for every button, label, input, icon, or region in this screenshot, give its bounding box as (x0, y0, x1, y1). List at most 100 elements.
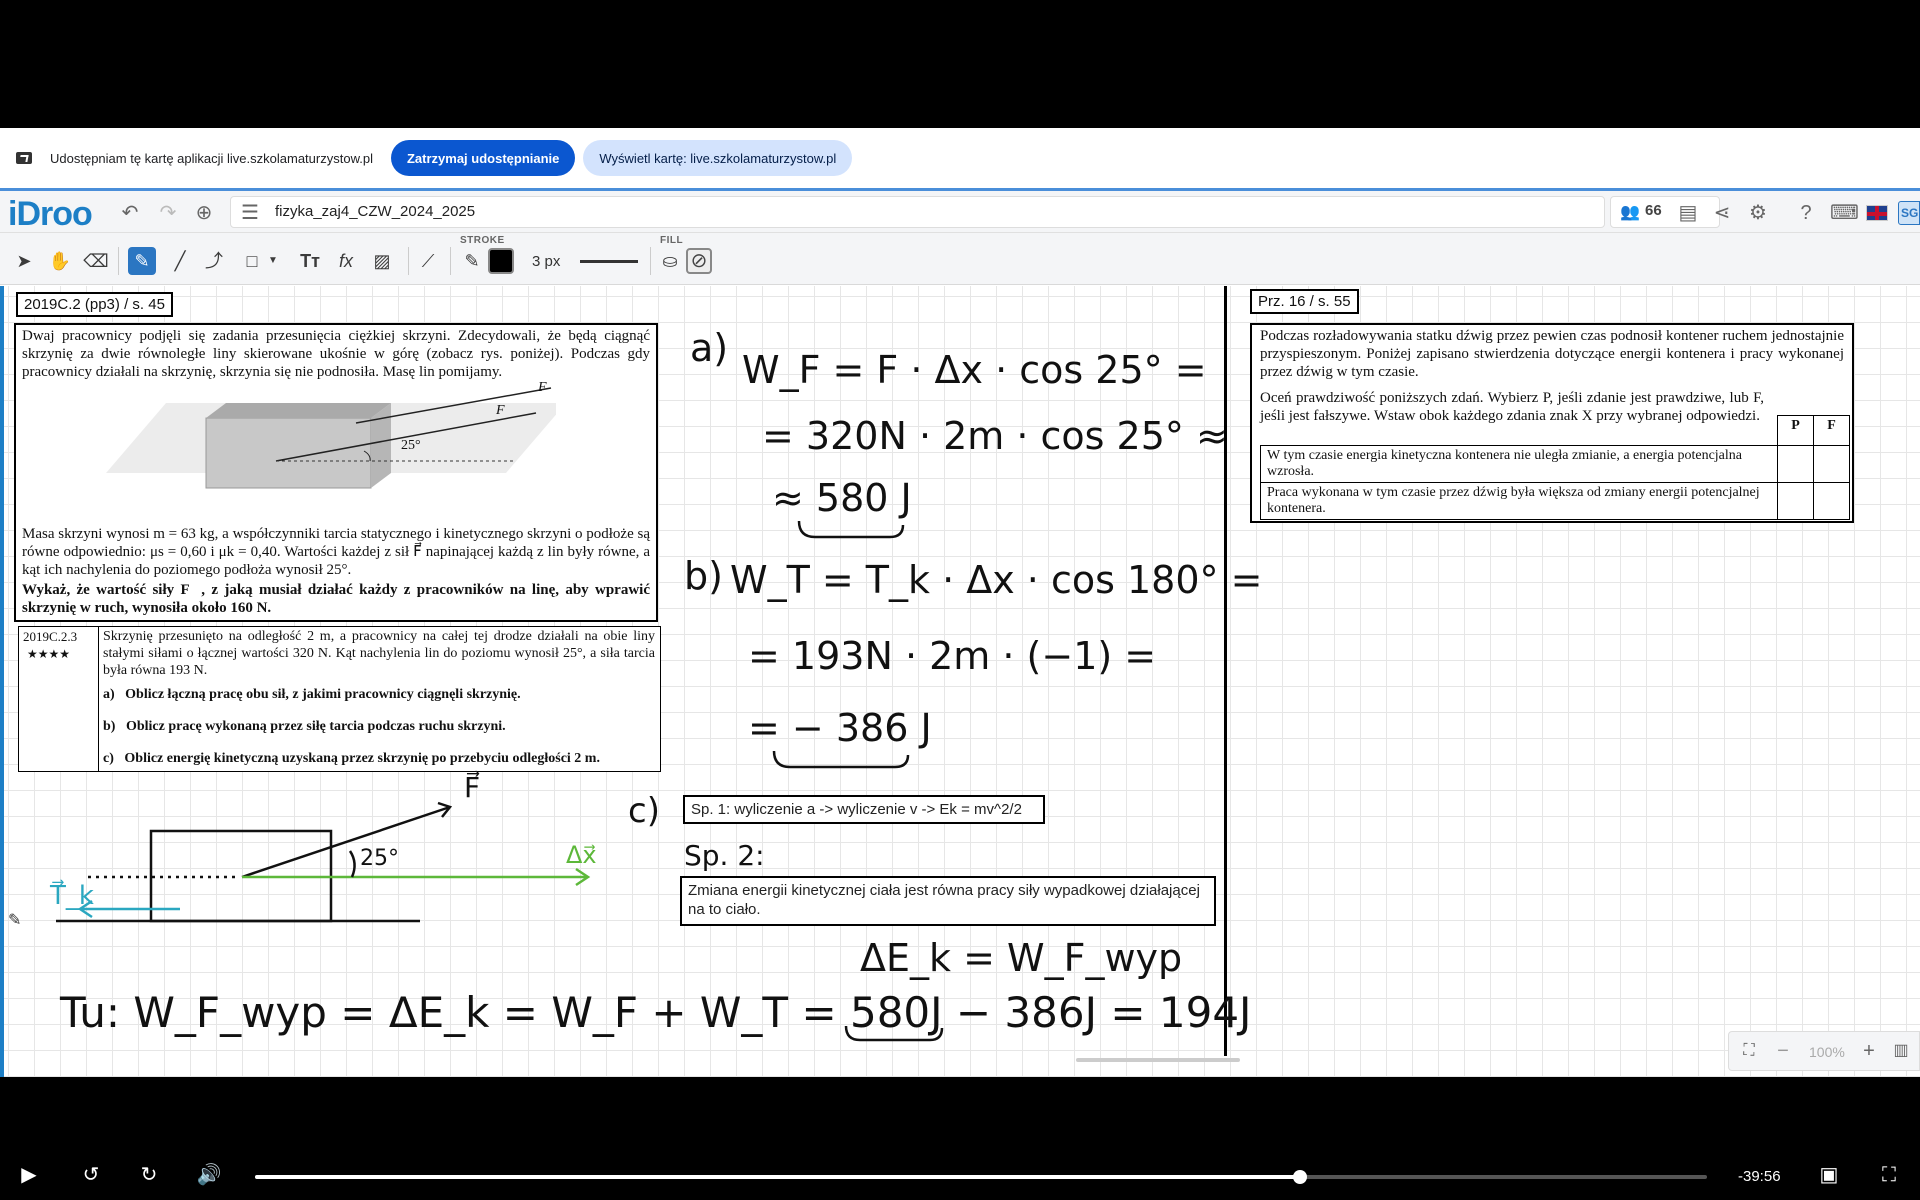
col-f-header: F (1813, 415, 1850, 446)
hw-b-label: b) (684, 554, 723, 598)
answer-table: P F W tym czasie energia kinetyczna kont… (1260, 415, 1850, 520)
answer-f-cell[interactable] (1813, 445, 1850, 483)
table-row: Praca wykonana w tym czasie przez dźwig … (1260, 482, 1850, 520)
map-icon[interactable]: ▥ (1889, 1039, 1913, 1063)
pencil-cursor-icon: ✎ (8, 912, 22, 929)
tool-bar: STROKE FILL ➤ ✋ ⌫ ✎ ╱ ⤴ □ ▼ Tт fx ▨ ⟋ ✎ … (0, 233, 1920, 285)
answer-p-cell[interactable] (1777, 482, 1814, 520)
rewind-icon[interactable]: ↺ (78, 1162, 104, 1188)
forward-icon[interactable]: ↻ (136, 1162, 162, 1188)
fullscreen-player-icon[interactable]: ⛶ (1876, 1162, 1902, 1188)
formula-tool-icon[interactable]: fx (332, 247, 360, 275)
play-icon[interactable]: ▶ (16, 1162, 42, 1188)
view-tab-button[interactable]: Wyświetl kartę: live.szkolamaturzystow.p… (583, 140, 853, 176)
answer-p-cell[interactable] (1777, 445, 1814, 483)
line-tool-icon[interactable]: ╱ (166, 247, 194, 275)
keyboard-icon[interactable]: ⌨ (1830, 201, 1859, 225)
arrow-tool-icon[interactable]: ⤴ (200, 247, 228, 275)
undo-icon[interactable]: ↶ (118, 201, 142, 225)
fill-group-label: FILL (660, 235, 684, 246)
fig-friction-Tk: T⃗_k (50, 881, 94, 911)
canvas-left-edge (0, 286, 4, 1077)
stroke-pen-icon[interactable]: ✎ (458, 247, 486, 275)
fig-angle-label: 25° (401, 438, 421, 453)
toolbar-divider (650, 247, 651, 275)
share-icon[interactable]: ⋖ (1710, 201, 1734, 225)
subtask-letter: a) (103, 687, 115, 702)
hw-dek-equation: ΔE_k = W_F_wyp (860, 936, 1183, 980)
fig-angle-25: 25° (360, 846, 399, 871)
pen-tool-icon[interactable]: ✎ (128, 247, 156, 275)
fill-bucket-icon[interactable]: ⛀ (656, 247, 684, 275)
users-icon[interactable]: 👥 (1618, 201, 1642, 225)
help-icon[interactable]: ? (1794, 201, 1818, 225)
task-document: Dwaj pracownicy podjęli się zadania prze… (14, 323, 658, 622)
task-label: 2019C.2 (pp3) / s. 45 (16, 292, 173, 317)
hw-sp2: Sp. 2: (684, 839, 765, 872)
select-pointer-icon[interactable]: ➤ (10, 247, 38, 275)
stroke-color-swatch[interactable] (488, 248, 514, 274)
zoom-out-icon[interactable]: − (1771, 1039, 1795, 1063)
picture-in-picture-icon[interactable]: ▣ (1816, 1162, 1842, 1188)
subtask-text: Oblicz pracę wykonaną przez siłę tarcia … (125, 719, 506, 734)
subtask-list: a) Oblicz łączną pracę obu sił, z jakimi… (103, 687, 653, 783)
fig-force-label-1: F⃗ (538, 380, 558, 395)
crate-figure (106, 387, 556, 489)
recenter-icon[interactable]: ⊕ (192, 201, 216, 225)
stop-sharing-button[interactable]: Zatrzymaj udostępnianie (390, 140, 576, 176)
redo-icon[interactable]: ↷ (156, 201, 180, 225)
theorem-textbox[interactable]: Zmiana energii kinetycznej ciała jest ró… (680, 876, 1216, 926)
uk-flag-icon[interactable] (1866, 205, 1888, 221)
toolbar-divider (408, 247, 409, 275)
text-tool-icon[interactable]: Tт (296, 247, 324, 275)
user-avatar[interactable]: SG (1898, 201, 1920, 225)
subtask-intro: Skrzynię przesunięto na odległość 2 m, a… (103, 629, 655, 678)
fig-displacement-dx: Δx⃗ (566, 841, 597, 869)
progress-knob[interactable] (1293, 1170, 1307, 1184)
right-task-intro: Podczas rozładowywania statku dźwig prze… (1260, 328, 1844, 380)
menu-icon[interactable]: ☰ (238, 201, 262, 225)
statement-cell: Praca wykonana w tym czasie przez dźwig … (1260, 482, 1778, 520)
table-row: W tym czasie energia kinetyczna kontener… (1260, 445, 1850, 483)
fill-none-icon[interactable]: ⊘ (686, 248, 712, 274)
settings-gear-icon[interactable]: ⚙ (1746, 201, 1770, 225)
subtask-letter: c) (103, 751, 114, 766)
stroke-width-preview[interactable] (580, 260, 638, 263)
method1-textbox[interactable]: Sp. 1: wyliczenie a -> wyliczenie v -> E… (683, 795, 1045, 824)
app-logo: iDroo (8, 195, 93, 233)
subtask-item: c) Oblicz energię kinetyczną uzyskaną pr… (103, 751, 653, 783)
subtask-document: 2019C.2.3 ★★★★ Skrzynię przesunięto na o… (18, 626, 661, 772)
users-count: 66 (1645, 202, 1662, 219)
force-diagram-drawing (56, 801, 591, 923)
zoom-in-icon[interactable]: + (1857, 1039, 1881, 1063)
stroke-width-value[interactable]: 3 px (532, 253, 560, 270)
hw-c-label: c) (628, 791, 660, 831)
answer-f-cell[interactable] (1813, 482, 1850, 520)
top-bar: iDroo ↶ ↷ ⊕ ☰ fizyka_zaj4_CZW_2024_2025 … (0, 191, 1920, 233)
shape-dropdown-icon[interactable]: ▼ (266, 247, 280, 275)
eyedropper-icon[interactable]: ⟋ (414, 247, 442, 275)
volume-icon[interactable]: 🔊 (196, 1162, 222, 1188)
eraser-icon[interactable]: ⌫ (82, 247, 110, 275)
whiteboard-canvas[interactable]: 2019C.2 (pp3) / s. 45 Dwaj pracownicy po… (0, 286, 1920, 1077)
fullscreen-icon[interactable]: ⛶ (1737, 1039, 1761, 1063)
subtask-code: 2019C.2.3 (23, 629, 78, 644)
task-intro: Dwaj pracownicy podjęli się zadania prze… (22, 328, 650, 380)
subtask-text: Oblicz łączną pracę obu sił, z jakimi pr… (125, 687, 521, 702)
subtask-item: b) Oblicz pracę wykonaną przez siłę tarc… (103, 719, 653, 751)
task-question: Wykaż, że wartość siły F⃗, z jaką musiał… (22, 582, 650, 616)
screen-share-bar: Udostępniam tę kartę aplikacji live.szko… (0, 128, 1920, 188)
canvas-scrollbar[interactable] (1076, 1058, 1240, 1062)
hand-pan-icon[interactable]: ✋ (46, 247, 74, 275)
shape-tool-icon[interactable]: □ (238, 247, 266, 275)
screen-share-icon (16, 152, 32, 164)
col-p-header: P (1777, 415, 1814, 446)
time-remaining: -39:56 (1738, 1168, 1781, 1185)
chat-icon[interactable]: ▤ (1676, 201, 1700, 225)
progress-played (255, 1175, 1300, 1179)
idroo-app: iDroo ↶ ↷ ⊕ ☰ fizyka_zaj4_CZW_2024_2025 … (0, 188, 1920, 1077)
board-filename[interactable]: fizyka_zaj4_CZW_2024_2025 (275, 203, 475, 220)
stroke-group-label: STROKE (460, 235, 505, 246)
image-tool-icon[interactable]: ▨ (368, 247, 396, 275)
share-status-text: Udostępniam tę kartę aplikacji live.szko… (50, 150, 373, 166)
